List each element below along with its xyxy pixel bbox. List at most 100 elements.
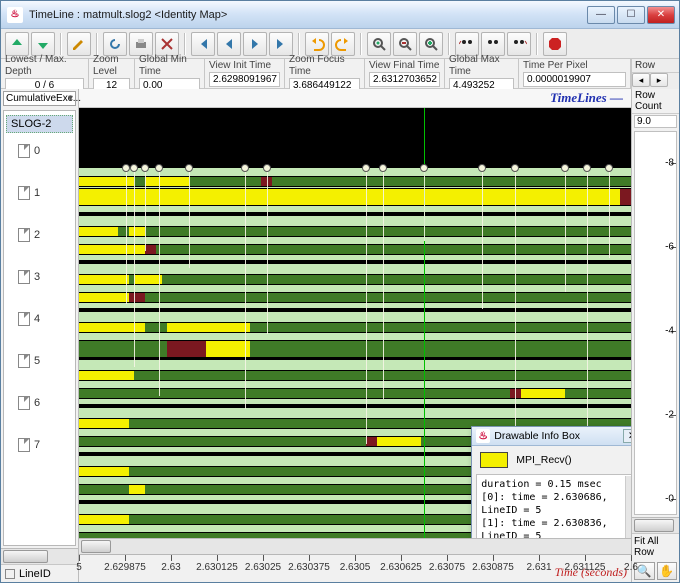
- message-node[interactable]: [362, 164, 370, 172]
- leaf-label: 2: [34, 229, 40, 241]
- print-button[interactable]: [129, 32, 153, 56]
- nav-down-button[interactable]: [31, 32, 55, 56]
- message-node[interactable]: [511, 164, 519, 172]
- tree-leaf-3[interactable]: 3: [4, 267, 75, 287]
- ruler-tick-label: 5: [76, 562, 82, 573]
- message-node[interactable]: [478, 164, 486, 172]
- timelines-label: TimeLines: [550, 90, 607, 105]
- popup-body: duration = 0.15 msec[0]: time = 2.630686…: [476, 474, 631, 538]
- message-node[interactable]: [605, 164, 613, 172]
- time-ruler: Time (seconds) 52.6298752.632.6301252.63…: [79, 554, 631, 582]
- message-wire: [366, 172, 367, 444]
- message-node[interactable]: [561, 164, 569, 172]
- redo-button[interactable]: [331, 32, 355, 56]
- leaf-label: 7: [34, 439, 40, 451]
- ruler-tick-label: 2.63075: [429, 562, 465, 573]
- vinit-label: View Init Time: [209, 60, 280, 72]
- gmin-label: Global Min Time: [139, 54, 200, 78]
- undo-button[interactable]: [305, 32, 329, 56]
- stop-button[interactable]: [543, 32, 567, 56]
- page-icon: [18, 270, 30, 284]
- row-left-button[interactable]: ◂: [632, 73, 650, 87]
- ruler-tick-label: 2.631: [526, 562, 551, 573]
- tpp-value: 0.0000019907: [523, 72, 626, 87]
- page-icon: [18, 186, 30, 200]
- mode-combo[interactable]: CumulativeExc...: [3, 91, 76, 106]
- zoom-fit-button[interactable]: [367, 32, 391, 56]
- tree-leaf-6[interactable]: 6: [4, 393, 75, 413]
- leaf-label: 0: [34, 145, 40, 157]
- message-node[interactable]: [241, 164, 249, 172]
- find-next-button[interactable]: [507, 32, 531, 56]
- message-node[interactable]: [122, 164, 130, 172]
- tree-leaf-1[interactable]: 1: [4, 183, 75, 203]
- left-hscroll[interactable]: [1, 548, 78, 564]
- refresh-button[interactable]: [103, 32, 127, 56]
- ruler-tick-label: 2.630625: [380, 562, 422, 573]
- timeline-row-3[interactable]: [79, 312, 631, 356]
- lineid-icon: [5, 569, 15, 579]
- popup-line: [0]: time = 2.630686, LineID = 5: [481, 491, 631, 517]
- message-node[interactable]: [185, 164, 193, 172]
- canvas-hscroll[interactable]: [79, 538, 631, 554]
- tree-leaf-7[interactable]: 7: [4, 435, 75, 455]
- nav-up-button[interactable]: [5, 32, 29, 56]
- right-header-col: Row ◂ ▸: [631, 59, 679, 89]
- ruler-tick-label: 2.6: [624, 562, 638, 573]
- message-node[interactable]: [130, 164, 138, 172]
- timeline-canvas[interactable]: ♨Drawable Info Box✕MPI_Recv()duration = …: [79, 108, 631, 538]
- right-vscroll[interactable]: [632, 517, 679, 533]
- timeline-row-2[interactable]: [79, 264, 631, 308]
- find-prev-button[interactable]: [455, 32, 479, 56]
- timeline-row-1[interactable]: [79, 216, 631, 260]
- zoom-in-button[interactable]: [419, 32, 443, 56]
- vruler-label: -0: [665, 493, 674, 504]
- ruler-tick-label: 2.6305: [340, 562, 371, 573]
- nav-prev-button[interactable]: [217, 32, 241, 56]
- popup-line: [1]: time = 2.630836, LineID = 5: [481, 517, 631, 538]
- minimize-button[interactable]: —: [587, 6, 615, 24]
- tree-leaf-4[interactable]: 4: [4, 309, 75, 329]
- leaf-label: 3: [34, 271, 40, 283]
- nav-last-button[interactable]: [269, 32, 293, 56]
- ruler-tick-label: 2.630125: [196, 562, 238, 573]
- edit-button[interactable]: [67, 32, 91, 56]
- main-area: CumulativeExc... SLOG-2 01234567 LineID …: [1, 89, 679, 582]
- message-node[interactable]: [379, 164, 387, 172]
- message-node[interactable]: [420, 164, 428, 172]
- discard-button[interactable]: [155, 32, 179, 56]
- row-hand-button[interactable]: ✋: [657, 562, 678, 580]
- message-wire: [159, 172, 160, 396]
- message-node[interactable]: [583, 164, 591, 172]
- message-node[interactable]: [141, 164, 149, 172]
- tree-leaf-2[interactable]: 2: [4, 225, 75, 245]
- drawable-info-popup[interactable]: ♨Drawable Info Box✕MPI_Recv()duration = …: [471, 426, 631, 538]
- lineid-label: LineID: [1, 564, 78, 582]
- tree[interactable]: SLOG-2 0 1 2 3 4 5 6 7: [3, 110, 76, 546]
- fit-all-row-label: Fit All Row: [632, 533, 679, 560]
- tree-root[interactable]: SLOG-2: [6, 115, 73, 133]
- nav-first-button[interactable]: [191, 32, 215, 56]
- tree-leaf-5[interactable]: 5: [4, 351, 75, 371]
- page-icon: [18, 228, 30, 242]
- nav-next-button[interactable]: [243, 32, 267, 56]
- message-node[interactable]: [155, 164, 163, 172]
- close-button[interactable]: ✕: [647, 6, 675, 24]
- right-panel: Row Count 9.0 -8-6-4-2-0 Fit All Row 🔍 ✋: [631, 89, 679, 582]
- row-right-button[interactable]: ▸: [650, 73, 668, 87]
- find-init-button[interactable]: [481, 32, 505, 56]
- message-node[interactable]: [263, 164, 271, 172]
- ruler-tick-label: 2.630375: [288, 562, 330, 573]
- message-wire: [189, 172, 190, 268]
- timeline-row-0[interactable]: [79, 168, 631, 212]
- popup-close-icon[interactable]: ✕: [623, 429, 631, 443]
- tree-leaf-0[interactable]: 0: [4, 141, 75, 161]
- timeline-row-4[interactable]: [79, 360, 631, 404]
- page-icon: [18, 144, 30, 158]
- popup-scrollbar[interactable]: [625, 476, 631, 538]
- maximize-button[interactable]: ☐: [617, 6, 645, 24]
- zoom-out-button[interactable]: [393, 32, 417, 56]
- java-icon: ♨: [476, 429, 490, 443]
- message-wire: [424, 172, 425, 241]
- vruler-label: -2: [665, 409, 674, 420]
